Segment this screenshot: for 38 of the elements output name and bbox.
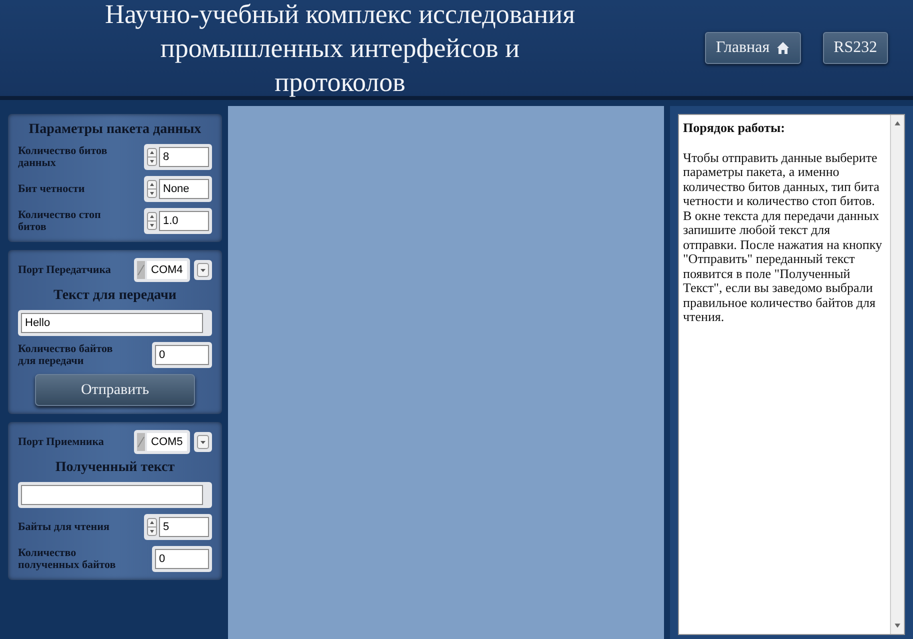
number-field[interactable]: 1.0: [159, 211, 209, 231]
home-icon: [776, 41, 790, 55]
field-label: Количество стоп битов: [18, 209, 102, 233]
number-field[interactable]: 5: [159, 517, 209, 537]
number-field[interactable]: None: [159, 179, 209, 199]
nav-button[interactable]: RS232: [822, 32, 888, 64]
spinner-arrows-icon[interactable]: [147, 518, 157, 536]
instructions-paragraph: Чтобы отправить данные выберите параметры пакета, а именно количество битов данных, тип бита четности и количество стоп битов.: [683, 150, 880, 208]
scrollbar[interactable]: [890, 115, 904, 634]
panel-title: Полученный текст: [54, 460, 176, 476]
dropdown-icon[interactable]: [197, 263, 209, 277]
text-field[interactable]: Hello: [21, 313, 203, 333]
dropdown-icon[interactable]: [197, 435, 209, 449]
field-label: Байты для чтения: [18, 521, 110, 533]
field-label: Количество битов данных: [18, 145, 108, 169]
port-select[interactable]: COM5: [147, 433, 187, 451]
spinner-arrows-icon[interactable]: [147, 180, 157, 198]
instructions-paragraph: В окне текста для передачи данных запишите любой текст для отправки. После нажатия на кнопку "Отправить" переданный текст появится в поле "Полученный Текст", если вы заведомо выбрали правильное количество байтов для чтения.: [683, 208, 883, 324]
number-field[interactable]: 0: [155, 549, 209, 569]
panel-title: Текст для передачи: [52, 288, 178, 304]
field-label: Количество байтов для передачи: [18, 343, 114, 367]
port-select[interactable]: COM4: [147, 261, 187, 279]
field-label: Порт Передатчика: [18, 264, 112, 276]
number-field[interactable]: 0: [155, 345, 209, 365]
spinner-arrows-icon[interactable]: [147, 148, 157, 166]
instructions-title: Порядок работы:: [683, 121, 786, 136]
field-label: Количество полученных байтов: [18, 547, 117, 571]
home-button[interactable]: Главная: [704, 32, 801, 64]
number-field[interactable]: 8: [159, 147, 209, 167]
panel-title: Параметры пакета данных: [28, 122, 202, 138]
text-field[interactable]: [21, 485, 203, 505]
io-icon: [137, 261, 145, 279]
field-label: Порт Приемника: [18, 436, 105, 448]
io-icon: [137, 433, 145, 451]
app-title: Научно-учебный комплекс исследования промышленных интерфейсов и протоколов: [104, 0, 576, 99]
field-label: Бит четности: [18, 183, 86, 195]
send-button[interactable]: Отправить: [35, 374, 195, 406]
spinner-arrows-icon[interactable]: [147, 212, 157, 230]
